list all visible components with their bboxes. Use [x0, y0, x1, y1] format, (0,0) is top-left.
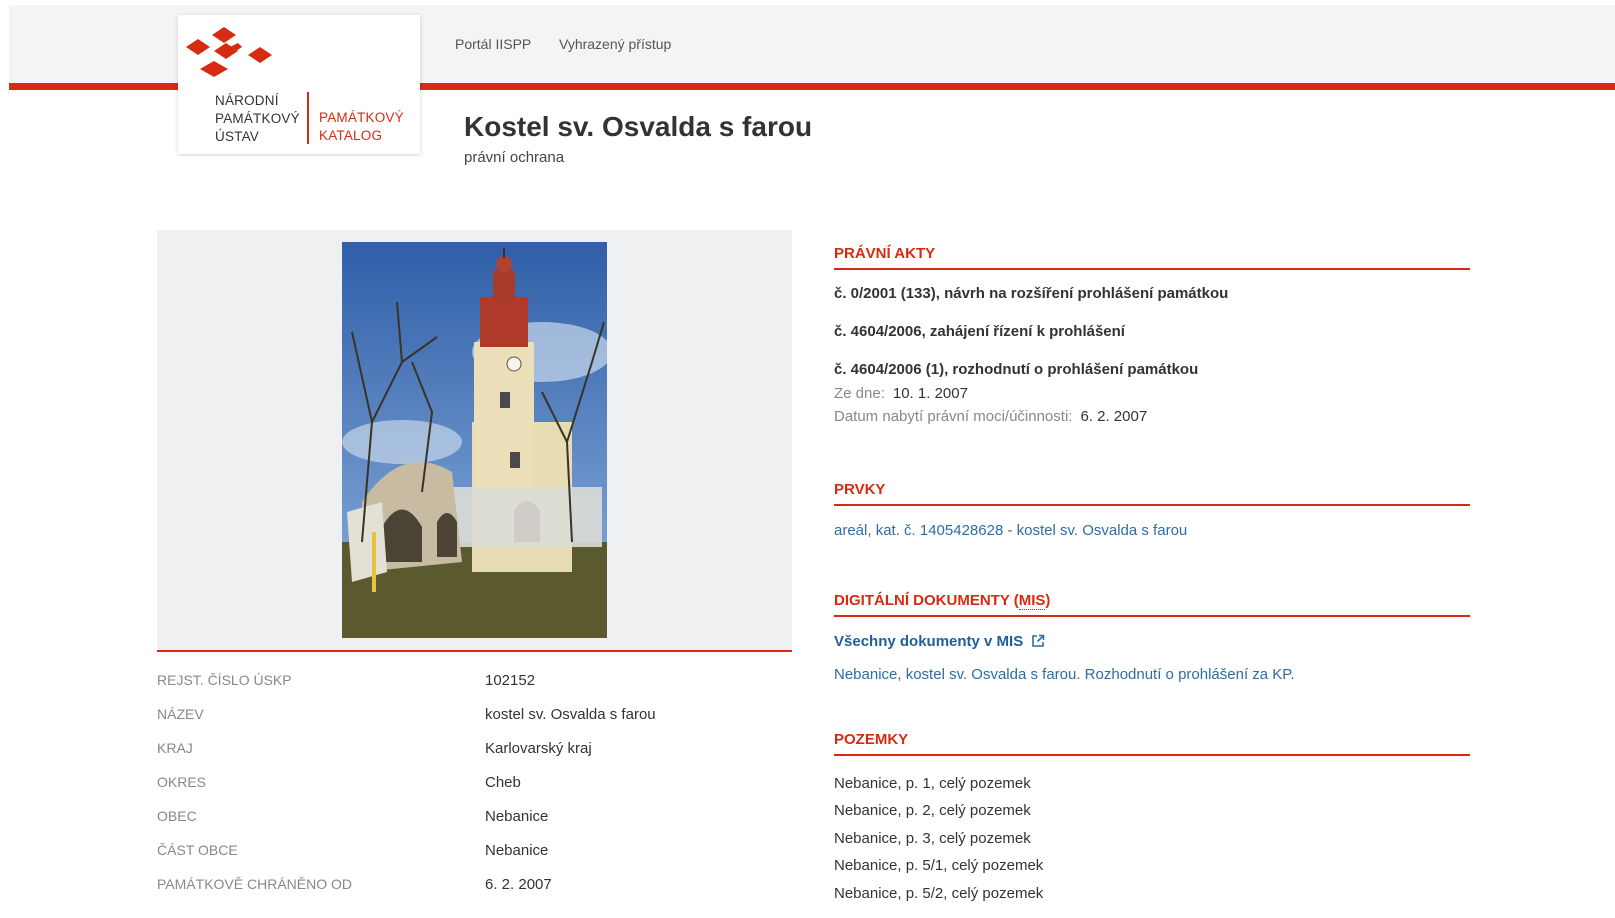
npu-logo-icon [186, 27, 272, 77]
info-value: Nebanice [485, 808, 549, 825]
legal-act-effective-date: Datum nabytí právní moci/účinnosti: 6. 2.… [834, 408, 1147, 425]
info-label: Památkově chráněno od [157, 876, 352, 892]
plot-item: Nebanice, p. 1, celý pozemek [834, 775, 1031, 792]
info-row-municipality-part: Část obce Nebanice [157, 842, 792, 866]
all-documents-label: Všechny dokumenty v MIS [834, 633, 1024, 650]
section-plots-heading: Pozemky [834, 722, 1470, 756]
mis-abbreviation: MIS [1018, 592, 1046, 610]
info-row-region: Kraj Karlovarský kraj [157, 740, 792, 764]
info-label: Obec [157, 808, 197, 824]
section-title: Digitální dokumenty (MIS) [834, 592, 1051, 610]
info-value: Nebanice [485, 842, 549, 859]
section-legal-acts-heading: Právní akty [834, 236, 1470, 270]
photo-panel [157, 230, 792, 652]
legal-act-date: Ze dne: 10. 1. 2007 [834, 385, 968, 402]
info-row-municipality: Obec Nebanice [157, 808, 792, 832]
info-row-name: Název kostel sv. Osvalda s farou [157, 706, 792, 730]
section-elements-heading: Prvky [834, 472, 1470, 506]
element-link[interactable]: areál, kat. č. 1405428628 - kostel sv. O… [834, 522, 1187, 539]
legal-act-item: č. 0/2001 (133), návrh na rozšíření proh… [834, 285, 1229, 302]
logo-text-institute: NÁRODNÍ PAMÁTKOVÝ ÚSTAV [215, 93, 300, 144]
section-digital-docs-heading: Digitální dokumenty (MIS) [834, 583, 1470, 617]
legal-act-item: č. 4604/2006 (1), rozhodnutí o prohlášen… [834, 361, 1199, 378]
info-row-protected-since: Památkově chráněno od 6. 2. 2007 [157, 876, 792, 900]
monument-photo[interactable] [342, 242, 607, 638]
external-link-icon [1032, 634, 1045, 647]
info-value: 102152 [485, 672, 536, 689]
site-logo[interactable]: NÁRODNÍ PAMÁTKOVÝ ÚSTAV PAMÁTKOVÝ KATALO… [178, 15, 420, 154]
effective-label: Datum nabytí právní moci/účinnosti: [834, 408, 1073, 425]
date-label: Ze dne: [834, 385, 885, 402]
section-title: Právní akty [834, 245, 936, 262]
info-value: Karlovarský kraj [485, 740, 592, 757]
info-value: kostel sv. Osvalda s farou [485, 706, 656, 723]
info-row-district: Okres Cheb [157, 774, 792, 798]
plot-item: Nebanice, p. 5/2, celý pozemek [834, 885, 1044, 902]
logo-text-catalog: PAMÁTKOVÝ KATALOG [319, 110, 404, 143]
section-title: Pozemky [834, 731, 909, 748]
plot-item: Nebanice, p. 2, celý pozemek [834, 802, 1031, 819]
info-label: Název [157, 706, 204, 722]
nav-restricted-access[interactable]: Vyhrazený přístup [559, 36, 671, 52]
logo-divider [307, 92, 309, 144]
info-label: Okres [157, 774, 207, 790]
nav-portal-iispp[interactable]: Portál IISPP [455, 36, 531, 52]
info-label: Část obce [157, 842, 238, 858]
info-label: Rejst. číslo ÚSKP [157, 672, 292, 688]
all-documents-link[interactable]: Všechny dokumenty v MIS [834, 633, 1045, 650]
effective-value: 6. 2. 2007 [1080, 408, 1148, 425]
plot-item: Nebanice, p. 5/1, celý pozemek [834, 857, 1044, 874]
plot-item: Nebanice, p. 3, celý pozemek [834, 830, 1031, 847]
info-value: Cheb [485, 774, 521, 791]
document-link[interactable]: Nebanice, kostel sv. Osvalda s farou. Ro… [834, 666, 1295, 683]
section-title: Prvky [834, 481, 886, 498]
page-title: Kostel sv. Osvalda s farou [464, 111, 813, 142]
info-value: 6. 2. 2007 [485, 876, 552, 893]
legal-act-item: č. 4604/2006, zahájení řízení k prohláše… [834, 323, 1125, 340]
page-subtitle: právní ochrana [464, 149, 565, 166]
info-label: Kraj [157, 740, 193, 756]
date-value: 10. 1. 2007 [892, 385, 968, 402]
info-row-registry-number: Rejst. číslo ÚSKP 102152 [157, 672, 792, 696]
